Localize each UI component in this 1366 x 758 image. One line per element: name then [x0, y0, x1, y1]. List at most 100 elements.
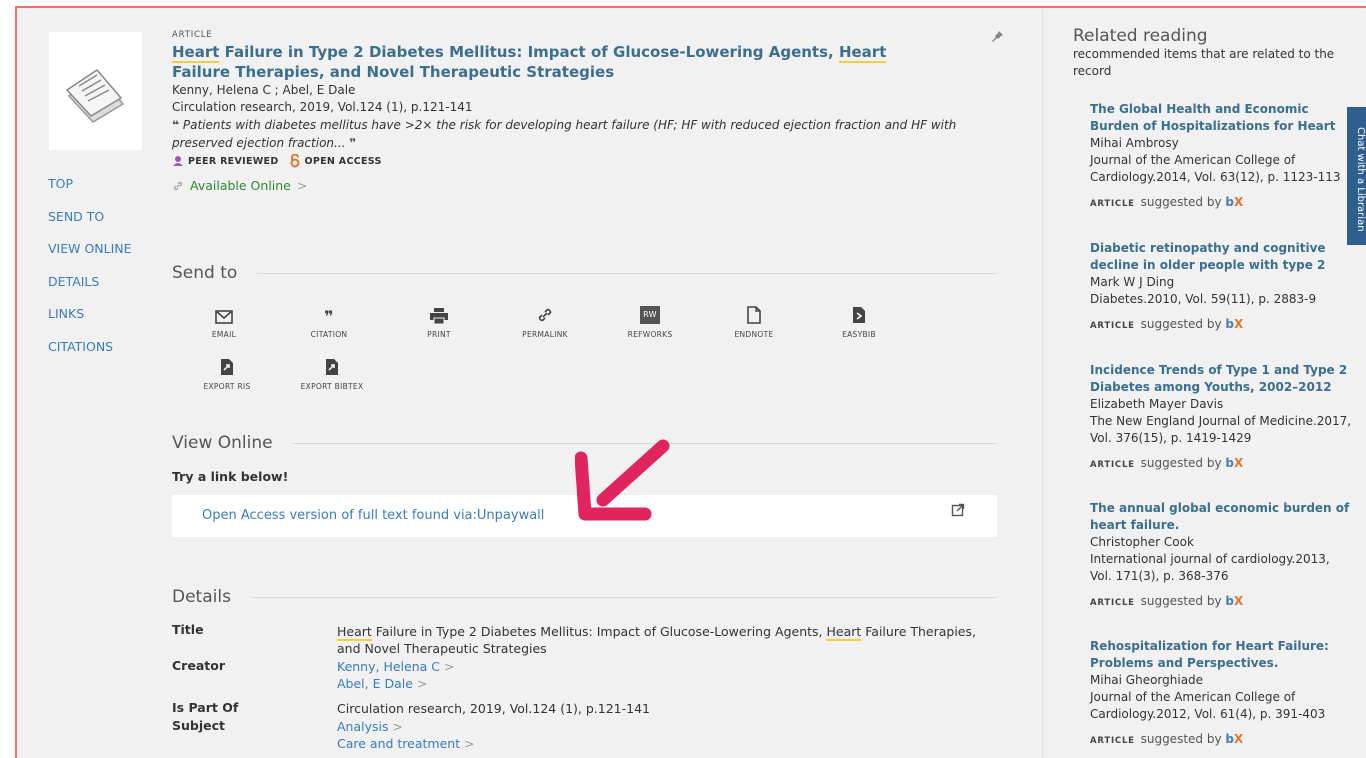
- suggested-text: suggested by: [1140, 195, 1222, 209]
- item-type: ARTICLE: [1090, 736, 1135, 746]
- related-item-title[interactable]: Diabetic retinopathy and cognitive decli…: [1090, 240, 1352, 274]
- nav-details[interactable]: DETAILS: [48, 274, 132, 307]
- subject-link[interactable]: Care and treatment >: [337, 735, 987, 752]
- divider: [250, 596, 997, 598]
- print-icon: [430, 308, 448, 324]
- related-item: Diabetic retinopathy and cognitive decli…: [1090, 240, 1352, 335]
- send-permalink-button[interactable]: PERMALINK: [493, 300, 597, 339]
- snippet-text: Patients with diabetes mellitus have >2×…: [172, 118, 957, 150]
- send-endnote-button[interactable]: ENDNOTE: [702, 300, 806, 339]
- creator-name: Kenny, Helena C: [337, 659, 440, 674]
- send-print-button[interactable]: PRINT: [387, 300, 491, 339]
- title-part: Failure in Type 2 Diabetes Mellitus: Imp…: [371, 624, 827, 639]
- related-item-title[interactable]: Rehospitalization for Heart Failure: Pro…: [1090, 638, 1352, 672]
- divider: [257, 272, 997, 274]
- creator-values: Kenny, Helena C > Abel, E Dale >: [337, 658, 987, 692]
- export-ris-icon: [221, 359, 233, 375]
- send-refworks-button[interactable]: RW REFWORKS: [598, 300, 702, 339]
- peer-reviewed-icon: [173, 156, 183, 166]
- send-easybib-button[interactable]: EASYBIB: [807, 300, 911, 339]
- open-access-icon: [290, 154, 299, 168]
- suggested-by-label: ARTICLE suggested by bX: [1090, 455, 1352, 474]
- suggested-text: suggested by: [1140, 456, 1222, 470]
- open-access-badge: OPEN ACCESS: [289, 154, 382, 168]
- chevron-right-icon: >: [464, 736, 475, 751]
- link-icon: [173, 181, 183, 190]
- related-item-source: The New England Journal of Medicine.2017…: [1090, 414, 1352, 445]
- nav-top[interactable]: TOP: [48, 176, 132, 209]
- try-link-text: Try a link below!: [172, 469, 289, 484]
- chevron-right-icon: >: [444, 659, 455, 674]
- close-quote-icon: ❞: [349, 136, 357, 150]
- item-type: ARTICLE: [1090, 321, 1135, 331]
- suggested-by-label: ARTICLE suggested by bX: [1090, 194, 1352, 213]
- record-badges: PEER REVIEWED OPEN ACCESS: [172, 154, 992, 168]
- suggested-text: suggested by: [1140, 732, 1222, 746]
- subject-link[interactable]: Analysis >: [337, 718, 987, 735]
- related-item-author: Mark W J Ding: [1090, 275, 1175, 289]
- open-access-label: OPEN ACCESS: [304, 155, 382, 167]
- creator-link[interactable]: Abel, E Dale >: [337, 675, 987, 692]
- endnote-icon: [747, 306, 761, 324]
- easybib-icon: [853, 307, 865, 323]
- record-title[interactable]: Heart Failure in Type 2 Diabetes Mellitu…: [172, 42, 992, 82]
- title-value: Heart Failure in Type 2 Diabetes Mellitu…: [337, 623, 987, 657]
- pin-icon[interactable]: [992, 28, 1006, 44]
- record-snippet: ❝ Patients with diabetes mellitus have >…: [172, 116, 992, 152]
- suggested-by-label: ARTICLE suggested by bX: [1090, 316, 1352, 335]
- title-highlight: Heart: [838, 43, 887, 63]
- chevron-right-icon: >: [416, 676, 428, 691]
- send-export-ris-button[interactable]: EXPORT RIS: [175, 352, 279, 391]
- related-item-source: Journal of the American College of Cardi…: [1090, 690, 1326, 721]
- related-item-title[interactable]: The annual global economic burden of hea…: [1090, 500, 1352, 534]
- peer-reviewed-label: PEER REVIEWED: [188, 155, 279, 167]
- availability-text: Available Online: [190, 178, 291, 193]
- send-email-button[interactable]: EMAIL: [172, 300, 276, 339]
- chevron-right-icon: >: [296, 178, 308, 193]
- creator-link[interactable]: Kenny, Helena C >: [337, 658, 987, 675]
- title-highlight: Heart: [172, 43, 220, 63]
- nav-send-to[interactable]: SEND TO: [48, 209, 132, 242]
- related-reading-header: Related reading recommended items that a…: [1073, 26, 1363, 80]
- permalink-icon: [538, 308, 552, 322]
- nav-view-online[interactable]: VIEW ONLINE: [48, 241, 132, 274]
- related-item: The Global Health and Economic Burden of…: [1090, 101, 1352, 213]
- record-type: ARTICLE: [172, 30, 213, 40]
- record-source: Circulation research, 2019, Vol.124 (1),…: [172, 100, 473, 114]
- related-item-title[interactable]: The Global Health and Economic Burden of…: [1090, 101, 1352, 135]
- record-thumbnail[interactable]: [49, 32, 142, 150]
- item-type: ARTICLE: [1090, 598, 1135, 608]
- unpaywall-link[interactable]: Open Access version of full text found v…: [202, 508, 544, 523]
- view-online-heading: View Online: [172, 433, 273, 453]
- nav-links[interactable]: LINKS: [48, 306, 132, 339]
- related-item-author: Mihai Gheorghiade: [1090, 673, 1204, 687]
- related-item-author: Elizabeth Mayer Davis: [1090, 397, 1224, 411]
- chevron-right-icon: >: [392, 719, 403, 734]
- document-icon: [65, 69, 124, 123]
- availability-link[interactable]: Available Online >: [172, 178, 992, 193]
- ispartof-label: Is Part Of: [172, 700, 239, 715]
- chat-with-librarian-tab[interactable]: Chat with a Librarian: [1347, 107, 1366, 245]
- send-item-label: EASYBIB: [842, 330, 876, 339]
- ispartof-value: Circulation research, 2019, Vol.124 (1),…: [337, 701, 650, 716]
- related-item-source: Diabetes.2010, Vol. 59(11), p. 2883-9: [1090, 292, 1317, 306]
- related-item-author: Mihai Ambrosy: [1090, 136, 1179, 150]
- nav-citations[interactable]: CITATIONS: [48, 339, 132, 372]
- export-bibtex-icon: [326, 359, 338, 375]
- send-export-bibtex-button[interactable]: EXPORT BIBTEX: [280, 352, 384, 391]
- send-item-label: EXPORT BIBTEX: [300, 382, 364, 391]
- related-item-source: Journal of the American College of Cardi…: [1090, 153, 1341, 184]
- bx-logo: bX: [1225, 317, 1244, 331]
- external-link-icon[interactable]: [951, 503, 965, 517]
- send-citation-button[interactable]: ❞ CITATION: [277, 300, 381, 340]
- refworks-icon: RW: [640, 306, 660, 324]
- bx-logo: bX: [1225, 456, 1244, 470]
- creator-name: Abel, E Dale: [337, 676, 413, 691]
- send-item-label: EMAIL: [211, 330, 237, 339]
- related-item-title[interactable]: Incidence Trends of Type 1 and Type 2 Di…: [1090, 362, 1352, 396]
- creator-label: Creator: [172, 658, 225, 673]
- record-authors: Kenny, Helena C ; Abel, E Dale: [172, 83, 356, 97]
- citation-icon: ❞: [324, 307, 334, 326]
- send-item-label: ENDNOTE: [734, 330, 774, 339]
- related-item-author: Christopher Cook: [1090, 535, 1194, 549]
